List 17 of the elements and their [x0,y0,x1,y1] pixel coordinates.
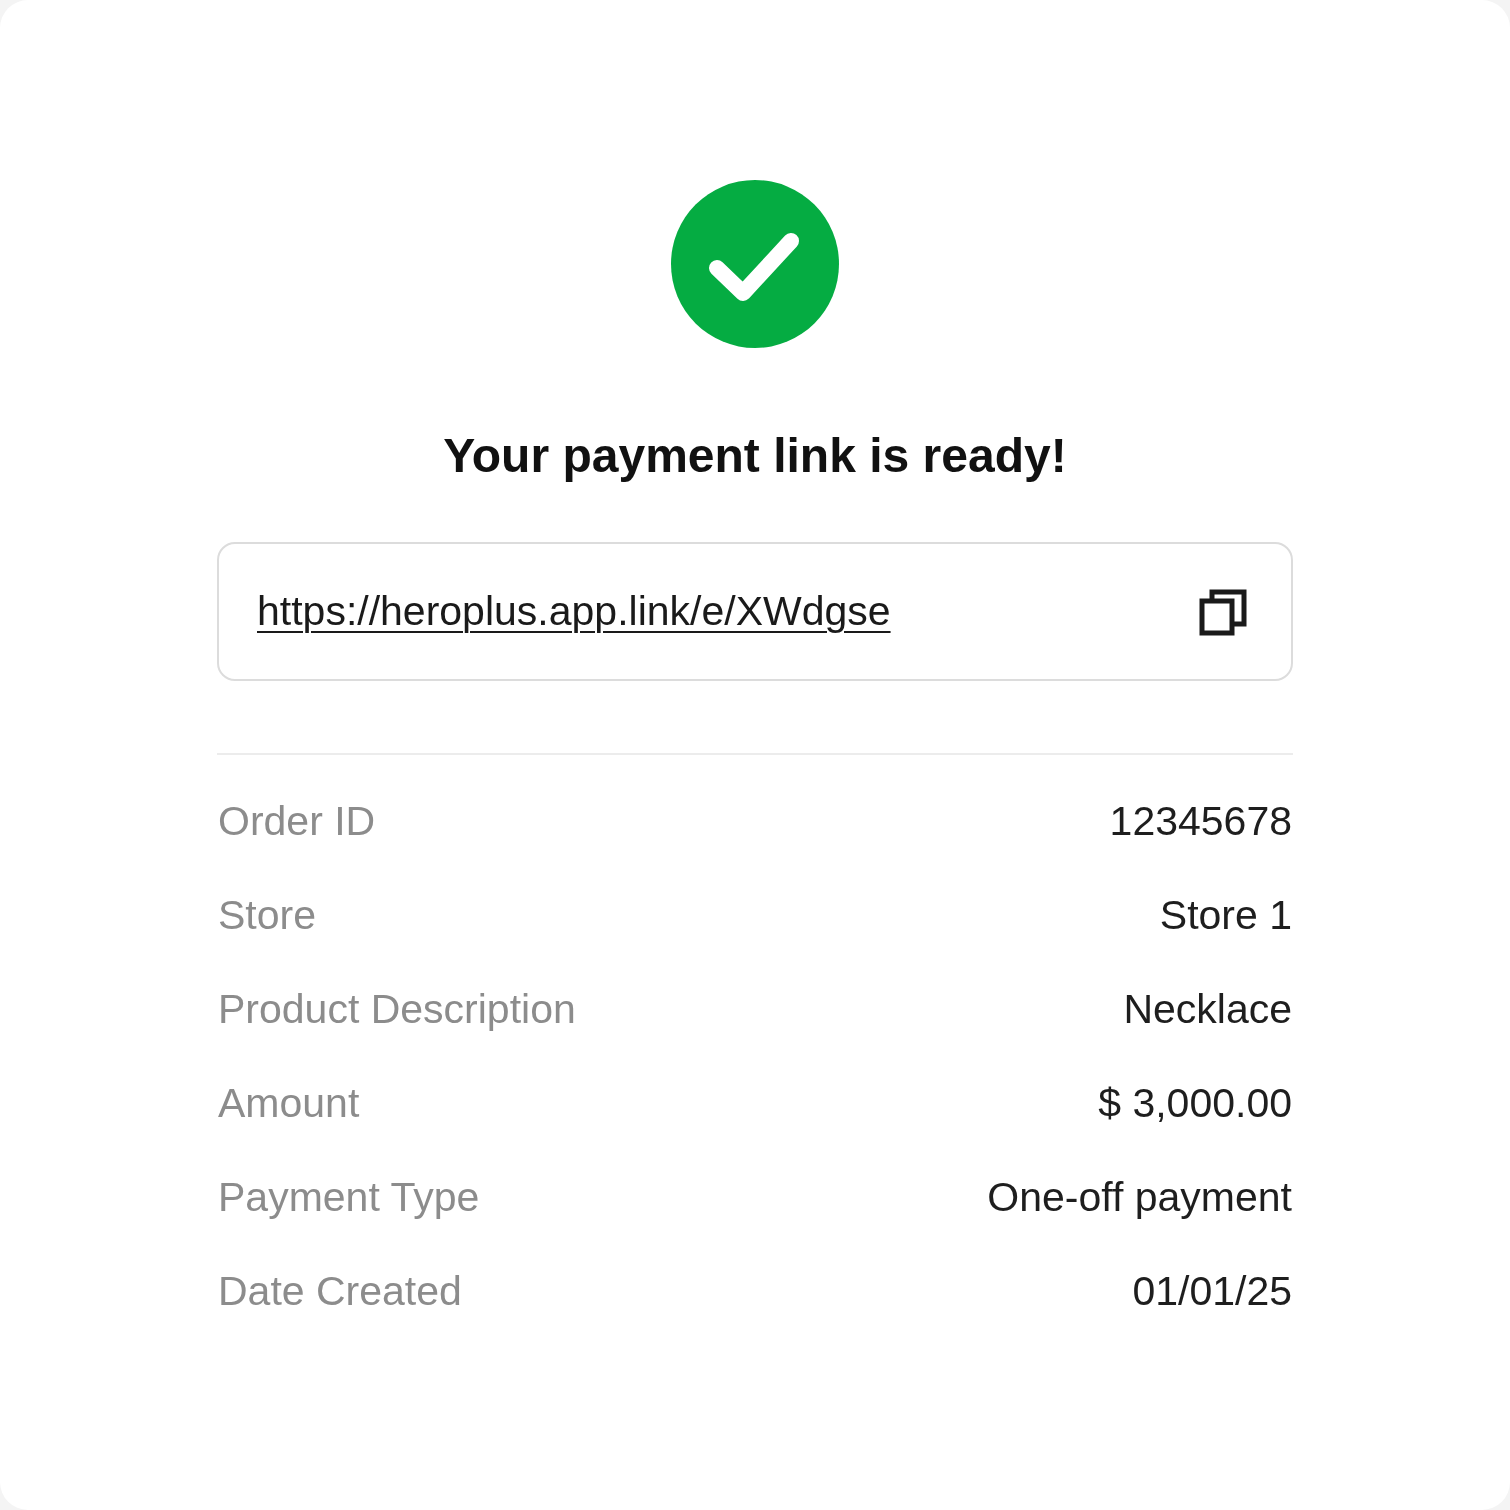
detail-label: Store [218,891,316,939]
detail-label: Date Created [218,1267,462,1315]
detail-label: Order ID [218,797,376,845]
detail-value: Store 1 [1159,891,1292,939]
detail-label: Product Description [218,985,576,1033]
detail-label: Payment Type [218,1173,480,1221]
detail-value: One-off payment [987,1173,1292,1221]
detail-label: Amount [218,1079,360,1127]
detail-value: Necklace [1123,985,1292,1033]
copy-icon [1199,587,1247,636]
success-title: Your payment link is ready! [443,428,1067,484]
payment-link[interactable]: https://heroplus.app.link/e/XWdgse [257,588,891,635]
detail-value: 12345678 [1109,797,1292,845]
success-check-icon [671,180,839,348]
detail-value: 01/01/25 [1132,1267,1292,1315]
copy-button[interactable] [1199,587,1247,636]
detail-value: $ 3,000.00 [1098,1079,1292,1127]
